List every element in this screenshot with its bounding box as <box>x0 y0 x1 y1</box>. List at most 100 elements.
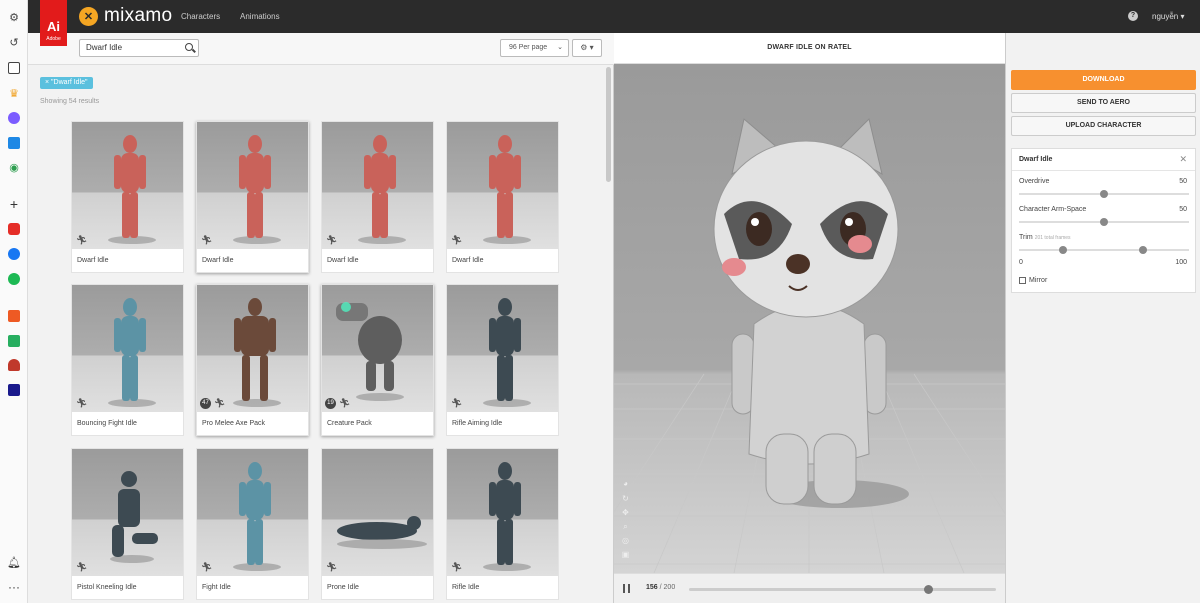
animation-settings: Dwarf Idle ✕ Overdrive 50 Character Arm-… <box>1011 148 1196 293</box>
animation-thumbnail[interactable]: 🏃︎ <box>447 122 558 249</box>
motion-icon: 🏃︎ <box>76 235 88 245</box>
scrollbar[interactable] <box>606 67 611 182</box>
pause-button[interactable] <box>623 584 630 593</box>
settings-pane: DOWNLOAD SEND TO AERO UPLOAD CHARACTER D… <box>1005 33 1200 603</box>
view-icon[interactable]: ◎ <box>621 536 630 545</box>
pan-icon[interactable]: ✥ <box>621 508 630 517</box>
add-icon[interactable]: + <box>7 197 21 211</box>
animation-card[interactable]: 🏃︎ Rifle Idle <box>446 448 559 600</box>
gift-icon[interactable] <box>7 334 21 348</box>
search-value: Dwarf Idle <box>86 43 123 52</box>
adobe-logo-text: Adobe <box>46 36 61 42</box>
animation-card[interactable]: 🏃︎ Dwarf Idle <box>71 121 184 273</box>
animation-card[interactable]: 19 🏃︎ Creature Pack <box>321 284 434 436</box>
timeline-track[interactable] <box>689 585 996 594</box>
more-icon[interactable]: ··· <box>7 580 21 594</box>
mixamo-brand[interactable]: ✕ mixamo <box>79 6 172 26</box>
animation-thumbnail[interactable]: 🏃︎ <box>447 285 558 412</box>
overdrive-slider-handle[interactable] <box>1100 190 1108 198</box>
settings-icon[interactable]: ⚙ <box>7 11 21 25</box>
animation-thumbnail[interactable]: 🏃︎ <box>322 449 433 576</box>
gamepad-icon[interactable]: ◉ <box>7 161 21 175</box>
pack-count-badge: 19 <box>325 398 336 409</box>
close-icon[interactable]: ✕ <box>1179 154 1187 165</box>
animation-thumbnail[interactable]: 🏃︎ <box>72 285 183 412</box>
rotate-icon[interactable]: ↻ <box>621 494 630 503</box>
per-page-select[interactable]: 96 Per page ⌄ <box>500 39 569 57</box>
animation-thumbnail[interactable]: 🏃︎ <box>197 449 308 576</box>
help-icon[interactable]: ? <box>1128 11 1138 21</box>
animation-card[interactable]: 🏃︎ Prone Idle <box>321 448 434 600</box>
search-icon[interactable] <box>185 43 193 51</box>
adobe-logo[interactable]: Ai Adobe <box>40 0 67 46</box>
trim-end-handle[interactable] <box>1139 246 1147 254</box>
zalo-icon[interactable] <box>7 136 21 150</box>
youtube-icon[interactable] <box>7 222 21 236</box>
notification-icon[interactable]: 🔔︎ <box>7 556 21 570</box>
animation-thumbnail[interactable]: 19 🏃︎ <box>322 285 433 412</box>
animation-card[interactable]: 🏃︎ Pistol Kneeling Idle <box>71 448 184 600</box>
send-to-aero-button[interactable]: SEND TO AERO <box>1011 93 1196 113</box>
timeline-scrubber[interactable] <box>924 585 933 594</box>
results-count: Showing 54 results <box>40 98 100 105</box>
nav-animations[interactable]: Animations <box>240 12 280 21</box>
current-frame: 156 <box>646 584 658 591</box>
spotify-icon[interactable] <box>7 272 21 286</box>
top-bar: Ai Adobe ✕ mixamo Characters Animations … <box>28 0 1200 46</box>
overdrive-slider[interactable] <box>1019 190 1189 198</box>
animation-thumbnail[interactable]: 🏃︎ <box>72 449 183 576</box>
cart-icon[interactable] <box>7 358 21 372</box>
crown-icon[interactable]: ♛ <box>7 87 21 101</box>
adobe-logo-mark: Ai <box>47 19 60 34</box>
download-button[interactable]: DOWNLOAD <box>1011 70 1196 90</box>
animation-card[interactable]: 🏃︎ Bouncing Fight Idle <box>71 284 184 436</box>
animation-card[interactable]: 🏃︎ Dwarf Idle <box>321 121 434 273</box>
upload-character-button[interactable]: UPLOAD CHARACTER <box>1011 116 1196 136</box>
timeline: 156 / 200 <box>614 573 1005 603</box>
motion-icon: 🏃︎ <box>201 562 213 572</box>
animation-card[interactable]: 47 🏃︎ Pro Melee Axe Pack <box>196 284 309 436</box>
animation-thumbnail[interactable]: 🏃︎ <box>72 122 183 249</box>
trim-start-handle[interactable] <box>1059 246 1067 254</box>
animation-thumbnail[interactable]: 🏃︎ <box>322 122 433 249</box>
animation-card-label: Rifle Aiming Idle <box>452 420 503 427</box>
camera-reset-icon[interactable]: ◕ <box>621 479 630 488</box>
mirror-option[interactable]: Mirror <box>1019 277 1047 284</box>
mirror-checkbox[interactable] <box>1019 277 1026 284</box>
character-figure <box>483 298 531 407</box>
animation-card[interactable]: 🏃︎ Dwarf Idle <box>196 121 309 273</box>
animation-thumbnail[interactable]: 47 🏃︎ <box>197 285 308 412</box>
character-figure <box>337 516 427 549</box>
browser-dock: ⚙ ↺ ♛ ◉ + 🔔︎ ··· <box>0 0 28 603</box>
messenger-icon[interactable] <box>7 111 21 125</box>
arm-space-slider-handle[interactable] <box>1100 218 1108 226</box>
animation-card-label: Creature Pack <box>327 420 372 427</box>
animation-thumbnail[interactable]: 🏃︎ <box>197 122 308 249</box>
arm-space-slider[interactable] <box>1019 218 1189 226</box>
animation-card[interactable]: 🏃︎ Rifle Aiming Idle <box>446 284 559 436</box>
view-settings-button[interactable]: ⚙ ▾ <box>572 39 602 57</box>
shop-icon[interactable] <box>7 309 21 323</box>
3d-scene[interactable]: ◕ ↻ ✥ ⌕ ◎ ▣ <box>614 64 1005 573</box>
zoom-icon[interactable]: ⌕ <box>621 522 630 531</box>
animation-thumbnail[interactable]: 🏃︎ <box>447 449 558 576</box>
motion-icon: 🏃︎ <box>326 235 338 245</box>
history-icon[interactable]: ↺ <box>7 36 21 50</box>
video-camera-icon[interactable]: ▣ <box>621 550 630 559</box>
trim-slider[interactable] <box>1019 246 1189 254</box>
search-input[interactable]: Dwarf Idle <box>79 39 199 57</box>
user-menu[interactable]: nguyễn ▾ <box>1152 12 1184 21</box>
arm-space-label: Character Arm-Space <box>1019 206 1087 213</box>
facebook-icon[interactable] <box>7 247 21 261</box>
motion-icon: 🏃︎ <box>76 398 88 408</box>
reading-list-icon[interactable] <box>7 61 21 75</box>
total-frames: / 200 <box>659 584 676 591</box>
character-figure <box>110 471 158 563</box>
tiki-icon[interactable] <box>7 383 21 397</box>
animation-card-label: Bouncing Fight Idle <box>77 420 137 427</box>
nav-characters[interactable]: Characters <box>181 12 220 21</box>
animation-card[interactable]: 🏃︎ Dwarf Idle <box>446 121 559 273</box>
filter-tag[interactable]: × "Dwarf Idle" <box>40 77 93 89</box>
animation-card[interactable]: 🏃︎ Fight Idle <box>196 448 309 600</box>
mirror-label: Mirror <box>1029 277 1048 284</box>
